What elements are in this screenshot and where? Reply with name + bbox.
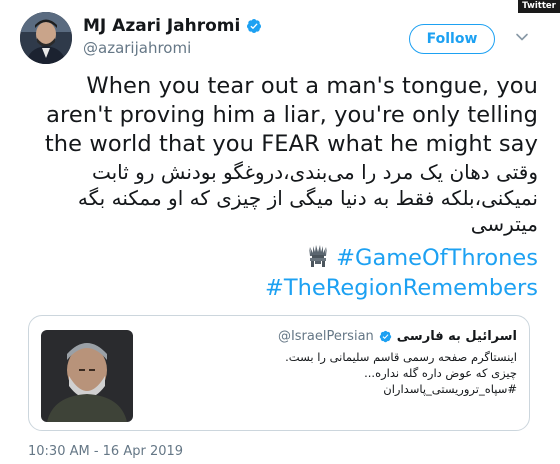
quoted-tweet-text: اینستاگرم صفحه رسمی قاسم سلیمانی را بست.… bbox=[137, 349, 517, 397]
hashtag-link[interactable]: #GameOfThrones bbox=[336, 245, 538, 271]
quoted-tweet-header: @IsraelPersian اسرائیل به فارسی bbox=[278, 329, 517, 344]
quoted-hashtag[interactable]: #سپاه_تروریستی_پاسداران bbox=[137, 381, 517, 397]
verified-badge-icon bbox=[247, 19, 262, 33]
quoted-line: چیزی که عوض داره گله نداره... bbox=[364, 366, 517, 380]
tweet-line: aren't proving him a liar, you're only t… bbox=[46, 102, 538, 128]
follow-button[interactable]: Follow bbox=[409, 24, 495, 54]
tweet-line: وقتی دهان یک مرد را می‌بندی،دروغگو بودنش… bbox=[91, 160, 538, 184]
tweet-line: نمیکنی،بلکه فقط به دنیا میگی از چیزی که … bbox=[77, 186, 538, 210]
avatar-image bbox=[20, 12, 72, 64]
author-display-name[interactable]: MJ Azari Jahromi bbox=[83, 16, 240, 36]
author-name-row: MJ Azari Jahromi bbox=[83, 16, 262, 36]
twitter-source-badge: Twitter bbox=[518, 0, 560, 13]
hashtag-line: #GameOfThrones bbox=[18, 243, 538, 273]
tweet-text-persian: وقتی دهان یک مرد را می‌بندی،دروغگو بودنش… bbox=[18, 159, 538, 237]
portrait-photo bbox=[41, 330, 133, 422]
hashtag-line: #TheRegionRemembers bbox=[18, 273, 538, 303]
author-handle[interactable]: @azarijahromi bbox=[83, 39, 191, 57]
tweet-line: When you tear out a man's tongue, you bbox=[86, 73, 538, 99]
quoted-author-handle[interactable]: @IsraelPersian bbox=[278, 329, 374, 344]
quoted-author-name[interactable]: اسرائیل به فارسی bbox=[397, 329, 517, 344]
chevron-down-icon[interactable] bbox=[515, 30, 529, 44]
tweet-hashtags: #GameOfThrones #TheRegionRemembers bbox=[18, 243, 538, 303]
quoted-tweet-card[interactable]: @IsraelPersian اسرائیل به فارسی اینستاگر… bbox=[28, 315, 530, 431]
iron-throne-icon bbox=[309, 245, 328, 267]
author-avatar[interactable] bbox=[20, 12, 72, 64]
tweet-timestamp[interactable]: 10:30 AM - 16 Apr 2019 bbox=[28, 444, 183, 459]
tweet-text-english: When you tear out a man's tongue, you ar… bbox=[18, 72, 538, 159]
tweet-line: the world that you FEAR what he might sa… bbox=[44, 131, 538, 157]
verified-badge-icon bbox=[379, 330, 391, 343]
quoted-line: اینستاگرم صفحه رسمی قاسم سلیمانی را بست. bbox=[285, 350, 517, 364]
tweet-line: میترسی bbox=[470, 212, 538, 236]
quoted-tweet-image[interactable] bbox=[41, 330, 133, 422]
hashtag-link[interactable]: #TheRegionRemembers bbox=[265, 275, 538, 301]
